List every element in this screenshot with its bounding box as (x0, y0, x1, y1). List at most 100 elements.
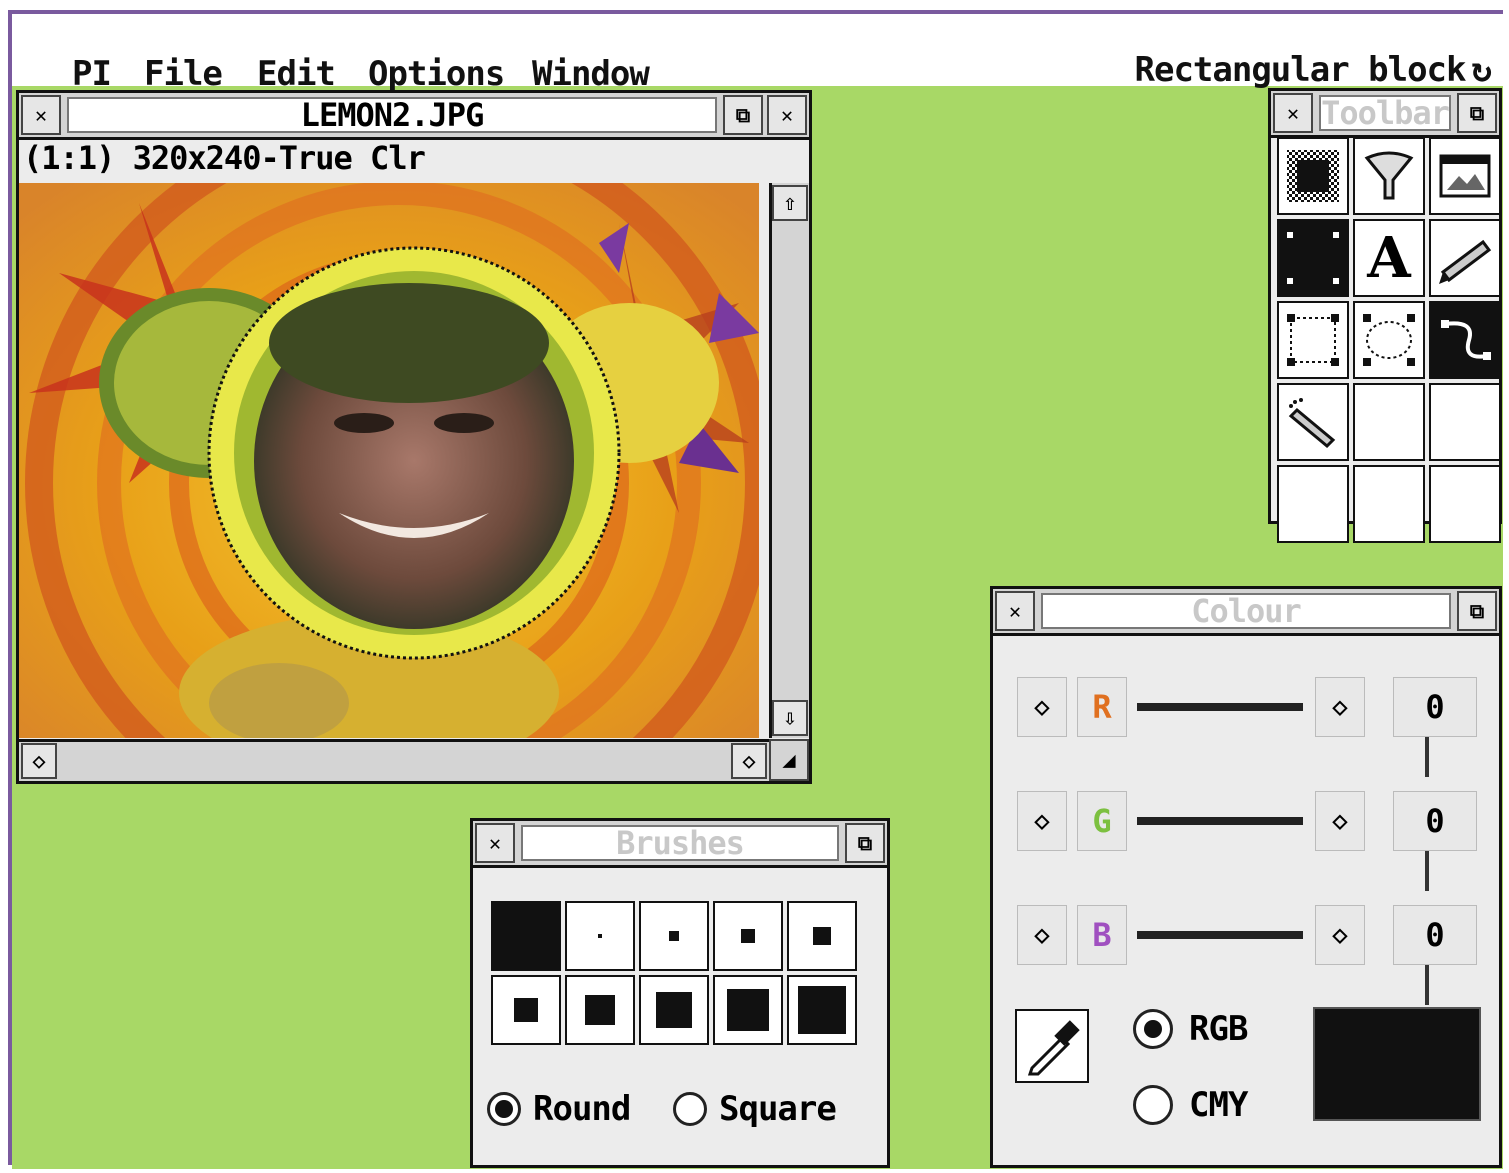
refresh-icon[interactable]: ↻ (1472, 50, 1493, 90)
status-area: Rectangular block ↻ (1134, 50, 1493, 90)
eyedropper-icon[interactable] (1015, 1009, 1089, 1083)
toggle-size-icon[interactable]: ⧉ (1457, 93, 1497, 133)
close-icon[interactable]: ✕ (1273, 93, 1313, 133)
brush-size-option[interactable] (565, 975, 635, 1045)
menu-bar: PI File Edit Options Window Rectangular … (12, 14, 1503, 94)
brush-size-option-selected[interactable] (491, 901, 561, 971)
green-channel-row: ◇ G ◇ 0 (1013, 785, 1477, 891)
image-canvas[interactable] (19, 183, 759, 738)
rect-select-icon[interactable] (1277, 301, 1349, 379)
colour-title: Colour (1041, 592, 1451, 630)
red-channel-label: R (1077, 677, 1127, 737)
close-icon[interactable]: ✕ (475, 823, 515, 863)
menu-file[interactable]: File (144, 54, 223, 94)
green-value[interactable]: 0 (1393, 791, 1477, 851)
scroll-down-icon[interactable]: ⇩ (772, 700, 808, 736)
tool-grid: A (1277, 137, 1501, 543)
rgb-radio[interactable] (1133, 1009, 1173, 1049)
brushes-window: ✕ Brushes ⧉ Round Square (470, 818, 890, 1168)
image-window: ✕ LEMON2.JPG ⧉ ✕ (1:1) 320x240-True Clr (16, 90, 812, 784)
image-window-titlebar[interactable]: ✕ LEMON2.JPG ⧉ ✕ (19, 93, 809, 140)
red-decrease-icon[interactable]: ◇ (1017, 677, 1067, 737)
funnel-icon[interactable] (1353, 137, 1425, 215)
round-option[interactable]: Round (487, 1089, 631, 1129)
menu-edit[interactable]: Edit (257, 54, 336, 94)
menu-options[interactable]: Options (368, 54, 505, 94)
cmy-mode-option[interactable]: CMY (1133, 1085, 1248, 1125)
square-radio[interactable] (673, 1092, 707, 1126)
red-slider[interactable] (1137, 701, 1429, 777)
blue-decrease-icon[interactable]: ◇ (1017, 905, 1067, 965)
resize-handle-icon[interactable]: ◢ (769, 739, 809, 781)
green-increase-icon[interactable]: ◇ (1315, 791, 1365, 851)
brush-size-option[interactable] (639, 975, 709, 1045)
brush-size-option[interactable] (713, 975, 783, 1045)
close-icon[interactable]: ✕ (995, 591, 1035, 631)
screen: PI File Edit Options Window Rectangular … (0, 0, 1509, 1173)
toggle-size-icon[interactable]: ⧉ (723, 95, 763, 135)
image-info: (1:1) 320x240-True Clr (23, 139, 426, 177)
blue-channel-row: ◇ B ◇ 0 (1013, 899, 1477, 1005)
horizontal-scrollbar[interactable]: ◇ ◇ (19, 739, 769, 781)
red-increase-icon[interactable]: ◇ (1315, 677, 1365, 737)
pencil-icon[interactable] (1429, 219, 1501, 297)
status-text: Rectangular block (1134, 50, 1467, 90)
blue-increase-icon[interactable]: ◇ (1315, 905, 1365, 965)
toolbar-title: Toolbar (1319, 94, 1451, 132)
brush-grid (491, 901, 857, 1045)
menu-pi[interactable]: PI (72, 54, 112, 94)
text-icon[interactable]: A (1353, 219, 1425, 297)
toggle-size-icon[interactable]: ⧉ (845, 823, 885, 863)
empty-tool-slot (1429, 383, 1501, 461)
cmy-radio[interactable] (1133, 1085, 1173, 1125)
brushes-title: Brushes (521, 824, 839, 862)
ellipse-select-icon[interactable] (1353, 301, 1425, 379)
brush-size-option[interactable] (491, 975, 561, 1045)
square-label: Square (719, 1089, 837, 1129)
rgb-label: RGB (1189, 1009, 1248, 1049)
green-slider[interactable] (1137, 815, 1429, 891)
green-channel-label: G (1077, 791, 1127, 851)
image-icon[interactable] (1429, 137, 1501, 215)
colour-titlebar[interactable]: ✕ Colour ⧉ (993, 589, 1499, 636)
scroll-left-icon[interactable]: ◇ (21, 743, 57, 779)
airbrush-icon[interactable] (1277, 383, 1349, 461)
scroll-up-icon[interactable]: ⇧ (772, 185, 808, 221)
iconise-icon[interactable]: ✕ (767, 95, 807, 135)
green-decrease-icon[interactable]: ◇ (1017, 791, 1067, 851)
brush-size-option[interactable] (565, 901, 635, 971)
blue-channel-label: B (1077, 905, 1127, 965)
blue-value[interactable]: 0 (1393, 905, 1477, 965)
dither-pattern-icon[interactable] (1277, 137, 1349, 215)
curve-icon[interactable] (1429, 301, 1501, 379)
brush-size-option[interactable] (787, 901, 857, 971)
image-window-title: LEMON2.JPG (67, 96, 717, 134)
toolbar-titlebar[interactable]: ✕ Toolbar ⧉ (1271, 91, 1499, 138)
empty-tool-slot (1277, 465, 1349, 543)
scroll-right-icon[interactable]: ◇ (731, 743, 767, 779)
blue-slider[interactable] (1137, 929, 1429, 1005)
colour-swatch (1313, 1007, 1481, 1121)
red-channel-row: ◇ R ◇ 0 (1013, 671, 1477, 777)
colour-window: ✕ Colour ⧉ ◇ R ◇ 0 ◇ G ◇ 0 ◇ B ◇ 0 RGB C… (990, 586, 1502, 1168)
brushes-titlebar[interactable]: ✕ Brushes ⧉ (473, 821, 887, 868)
toggle-size-icon[interactable]: ⧉ (1457, 591, 1497, 631)
cmy-label: CMY (1189, 1085, 1248, 1125)
brush-size-option[interactable] (713, 901, 783, 971)
empty-tool-slot (1353, 383, 1425, 461)
toolbar-window: ✕ Toolbar ⧉ A (1268, 88, 1502, 543)
red-value[interactable]: 0 (1393, 677, 1477, 737)
menu-window[interactable]: Window (532, 54, 650, 94)
round-radio[interactable] (487, 1092, 521, 1126)
round-label: Round (533, 1089, 631, 1129)
vertical-scrollbar[interactable]: ⇧ ⇩ (769, 183, 809, 738)
square-option[interactable]: Square (673, 1089, 837, 1129)
brush-size-option[interactable] (787, 975, 857, 1045)
empty-tool-slot (1429, 465, 1501, 543)
close-icon[interactable]: ✕ (21, 95, 61, 135)
fill-block-icon[interactable] (1277, 219, 1349, 297)
rgb-mode-option[interactable]: RGB (1133, 1009, 1248, 1049)
empty-tool-slot (1353, 465, 1425, 543)
lemon-face-image (19, 183, 759, 738)
brush-size-option[interactable] (639, 901, 709, 971)
